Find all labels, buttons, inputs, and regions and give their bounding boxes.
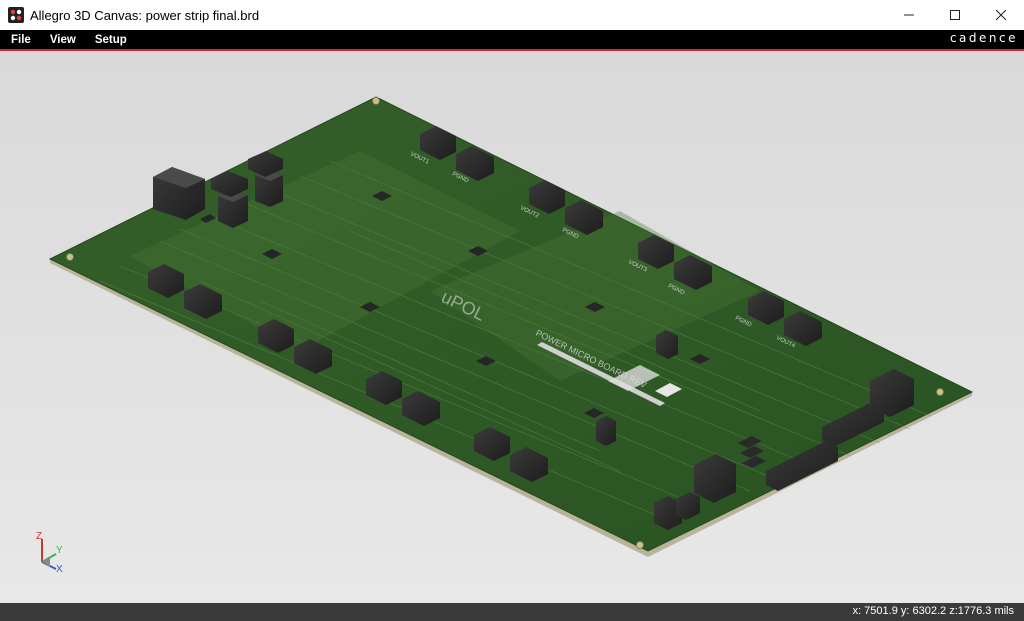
menu-view[interactable]: View [50,34,76,46]
minimize-button[interactable] [886,0,932,30]
board-render[interactable]: uPOL POWER MICRO BOARD REV VOUT1 PGND VO… [0,51,1024,603]
mid-module-1[interactable] [656,330,678,359]
menu-file[interactable]: File [11,34,31,46]
axis-y-label: Y [56,545,63,556]
allegro-app-icon [8,7,24,23]
minimize-icon [904,14,914,16]
status-bar: x: 7501.9 y: 6302.2 z:1776.3 mils [0,603,1024,621]
cadence-logo: cadence [949,31,1018,45]
title-bar: Allegro 3D Canvas: power strip final.brd [0,0,1024,31]
maximize-button[interactable] [932,0,978,30]
menu-setup[interactable]: Setup [95,34,127,46]
coordinate-readout: x: 7501.9 y: 6302.2 z:1776.3 mils [852,605,1014,617]
axis-x-label: X [56,564,63,575]
menu-bar: File View Setup [0,30,1024,49]
close-icon [996,10,1006,20]
3d-canvas-viewport[interactable]: uPOL POWER MICRO BOARD REV VOUT1 PGND VO… [0,51,1024,603]
maximize-icon [950,10,960,20]
axis-z-label: Z [36,531,42,542]
close-button[interactable] [978,0,1024,30]
window-controls [886,0,1024,30]
mid-module-2[interactable] [596,416,616,446]
window-title: Allegro 3D Canvas: power strip final.brd [30,7,260,23]
